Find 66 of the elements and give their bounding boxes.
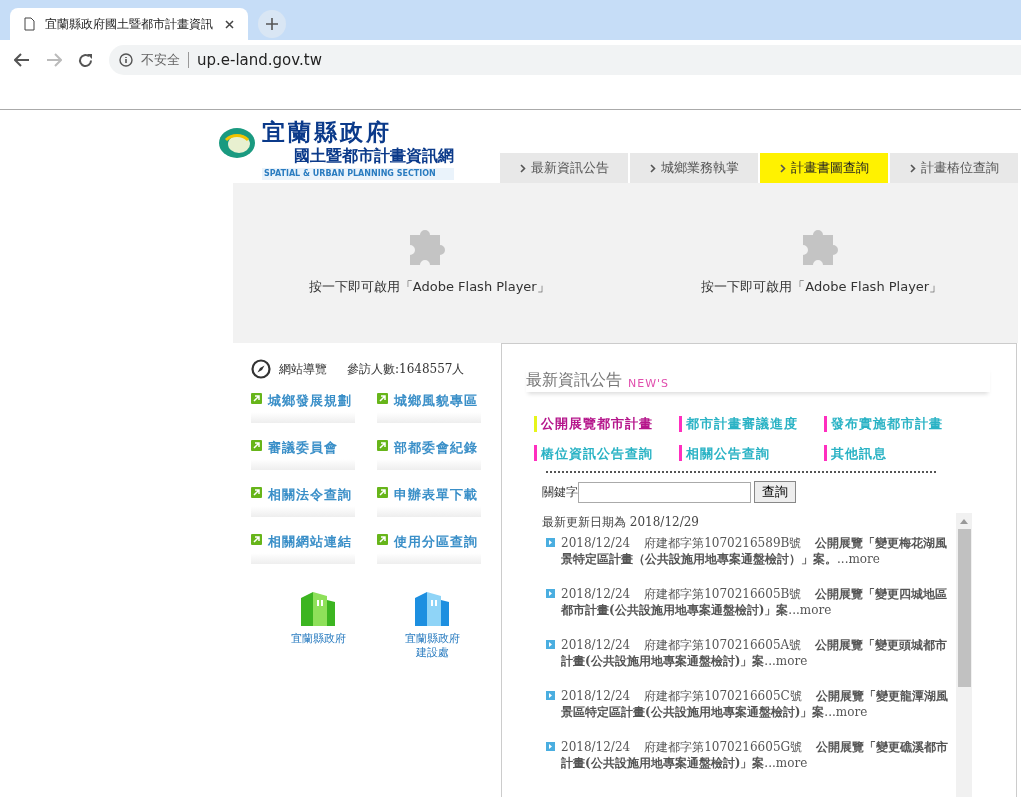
arrow-icon xyxy=(251,534,262,545)
keyword-label: 關鍵字 xyxy=(542,484,578,501)
arrow-icon xyxy=(377,534,388,545)
nav-tab[interactable]: 計畫書圖查詢 xyxy=(760,153,888,183)
bullet-icon xyxy=(546,691,555,700)
news-item[interactable]: 2018/12/24 府建都字第1070216605A號 公開展覽「變更頭城都市計畫(公共設施用地專案通盤檢討)」案...more xyxy=(561,637,953,688)
more-link[interactable]: ...more xyxy=(837,552,880,566)
logo-english: SPATIAL & URBAN PLANNING SECTION xyxy=(262,168,454,180)
arrow-icon xyxy=(377,487,388,498)
scroll-up-icon[interactable] xyxy=(960,519,968,524)
agency-label: 宜蘭縣政府 xyxy=(404,632,460,646)
arrow-icon xyxy=(377,393,388,404)
plus-icon xyxy=(266,18,278,30)
agency-link[interactable]: 宜蘭縣政府 xyxy=(281,588,355,660)
news-item[interactable]: 2018/12/24 府建都字第1070216605B號 公開展覽「變更四城地區都市計畫(公共設施用地專案通盤檢討)」案...more xyxy=(561,586,953,637)
url-text: up.e-land.gov.tw xyxy=(197,49,322,71)
document-icon xyxy=(24,17,35,31)
close-icon[interactable] xyxy=(225,19,234,29)
reload-icon[interactable] xyxy=(78,52,93,68)
bullet-icon xyxy=(546,589,555,598)
flash-placeholder[interactable]: 按一下即可啟用「Adobe Flash Player」 xyxy=(625,183,1018,343)
news-item[interactable]: 2018/12/24 府建都字第1070216605C號 公開展覽「變更龍潭湖風景區特定區計畫(公共設施用地專案通盤檢討)」案...more xyxy=(561,688,953,739)
news-item[interactable]: 2018/12/24 府建都字第1070216605G號 公開展覽「變更礁溪都市計畫(公共設施用地專案通盤檢討)」案...more xyxy=(561,739,953,790)
more-link[interactable]: ...more xyxy=(764,654,808,668)
chevron-icon xyxy=(649,163,656,173)
keyword-field[interactable] xyxy=(578,481,751,503)
nav-tab[interactable]: 最新資訊公告 xyxy=(500,153,628,183)
arrow-icon xyxy=(251,440,262,451)
scrollbar[interactable] xyxy=(956,513,972,797)
arrow-icon xyxy=(251,393,262,404)
site-logo[interactable]: 宜蘭縣政府 國土暨都市計畫資訊網 SPATIAL & URBAN PLANNING SECTION xyxy=(218,118,500,183)
chevron-icon xyxy=(779,163,786,173)
emblem-icon xyxy=(218,126,256,160)
arrow-icon xyxy=(377,440,388,451)
flash-placeholder[interactable]: 按一下即可啟用「Adobe Flash Player」 xyxy=(233,183,626,343)
agency-label: 宜蘭縣政府 xyxy=(290,632,346,646)
back-icon[interactable] xyxy=(14,53,30,67)
visitor-count: 參訪人數:1648557人 xyxy=(347,361,465,378)
update-date: 最新更新日期為 2018/12/29 xyxy=(542,514,700,531)
search-button[interactable]: 查詢 xyxy=(754,481,796,503)
tab-title: 宜蘭縣政府國土暨都市計畫資訊 xyxy=(45,16,214,33)
more-link[interactable]: ...more xyxy=(824,705,868,719)
address-bar[interactable]: 不安全 up.e-land.gov.tw xyxy=(109,45,1021,75)
info-icon xyxy=(119,53,133,67)
more-link[interactable]: ...more xyxy=(764,756,808,770)
bullet-icon xyxy=(546,538,555,547)
compass-icon xyxy=(251,359,271,379)
category-link[interactable]: 公開展覽都市計畫 xyxy=(534,414,679,434)
chevron-icon xyxy=(909,163,916,173)
news-header: 最新資訊公告 NEW'S xyxy=(526,366,990,392)
logo-title: 宜蘭縣政府 xyxy=(262,118,393,146)
logo-subtitle: 國土暨都市計畫資訊網 xyxy=(294,146,454,166)
arrow-icon xyxy=(251,487,262,498)
bullet-icon xyxy=(546,742,555,751)
news-item[interactable]: 2018/12/24 府建都字第1070216589B號 公開展覽「變更梅花湖風景特定區計畫（公共設施用地專案通盤檢討）」案。...more xyxy=(561,535,953,586)
browser-tab[interactable]: 宜蘭縣政府國土暨都市計畫資訊 xyxy=(10,8,248,40)
agency-label: 建設處 xyxy=(415,646,449,660)
nav-tab[interactable]: 計畫樁位查詢 xyxy=(890,153,1018,183)
sitemap-link[interactable]: 網站導覽 xyxy=(279,360,327,378)
security-label: 不安全 xyxy=(141,51,180,70)
chevron-icon xyxy=(519,163,526,173)
nav-tab[interactable]: 城鄉業務執掌 xyxy=(630,153,758,183)
new-tab-button[interactable] xyxy=(258,10,286,38)
bullet-icon xyxy=(546,640,555,649)
more-link[interactable]: ...more xyxy=(788,603,832,617)
agency-link[interactable]: 宜蘭縣政府 建設處 xyxy=(395,588,469,660)
